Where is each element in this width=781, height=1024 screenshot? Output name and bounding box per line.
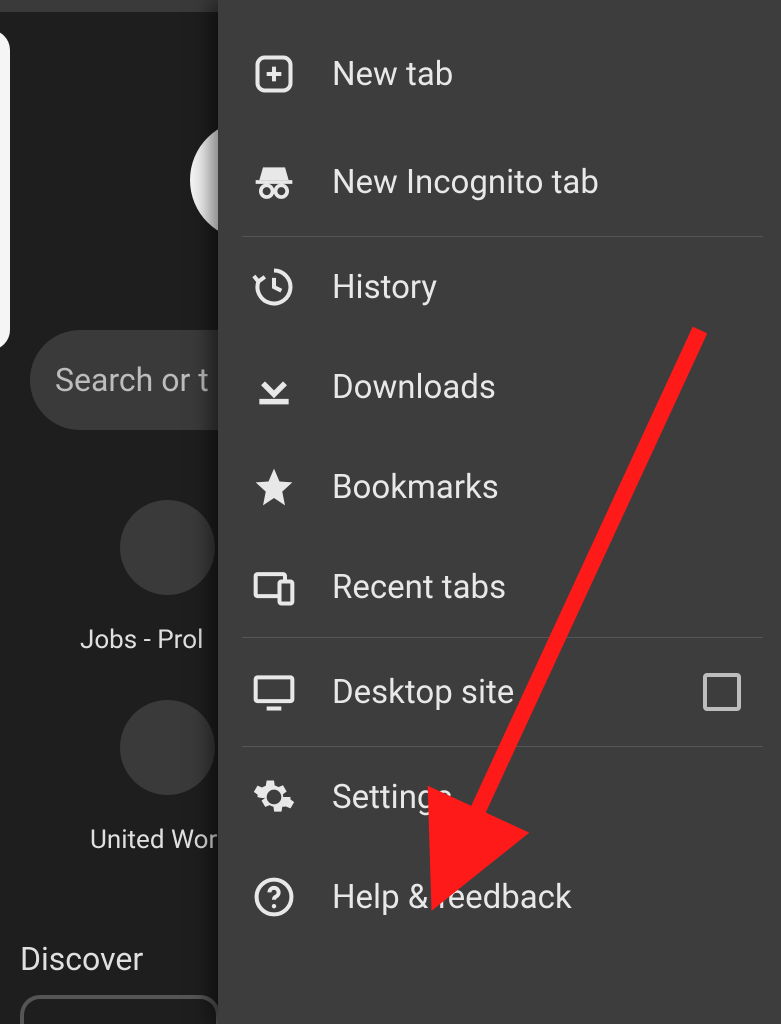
menu-item-label: History — [332, 268, 781, 307]
download-icon — [252, 365, 296, 409]
menu-item-recent-tabs[interactable]: Recent tabs — [218, 537, 781, 637]
devices-icon — [252, 565, 296, 609]
shortcut-tile[interactable] — [120, 700, 215, 795]
shortcut-label: Jobs - Prol — [80, 625, 203, 655]
menu-item-new-tab[interactable]: New tab — [218, 20, 781, 128]
shortcut-tile[interactable] — [120, 500, 215, 595]
search-placeholder: Search or t — [55, 361, 209, 399]
menu-item-label: Help & feedback — [332, 878, 781, 917]
menu-item-label: Desktop site — [332, 673, 703, 712]
discover-heading: Discover — [20, 940, 143, 978]
menu-item-bookmarks[interactable]: Bookmarks — [218, 437, 781, 537]
menu-item-desktop-site[interactable]: Desktop site — [218, 638, 781, 746]
menu-item-label: Settings — [332, 778, 781, 817]
plus-box-icon — [252, 52, 296, 96]
menu-item-label: New Incognito tab — [332, 163, 781, 202]
menu-item-downloads[interactable]: Downloads — [218, 337, 781, 437]
help-icon — [252, 875, 296, 919]
shortcut-label: United Wor — [90, 825, 217, 855]
desktop-site-checkbox[interactable] — [703, 673, 741, 711]
gear-icon — [252, 775, 296, 819]
star-icon — [252, 465, 296, 509]
incognito-icon — [252, 160, 296, 204]
menu-item-history[interactable]: History — [218, 237, 781, 337]
menu-item-settings[interactable]: Settings — [218, 747, 781, 847]
menu-item-incognito[interactable]: New Incognito tab — [218, 128, 781, 236]
menu-item-label: New tab — [332, 55, 781, 94]
history-icon — [252, 265, 296, 309]
discover-card — [20, 995, 220, 1024]
overflow-menu: New tab New Incognito tab History Downlo… — [218, 0, 781, 1024]
monitor-icon — [252, 670, 296, 714]
left-tab-shape — [0, 30, 10, 350]
menu-item-label: Downloads — [332, 368, 781, 407]
menu-item-help[interactable]: Help & feedback — [218, 847, 781, 947]
menu-item-label: Bookmarks — [332, 468, 781, 507]
menu-item-label: Recent tabs — [332, 568, 781, 607]
status-bar — [0, 0, 240, 12]
